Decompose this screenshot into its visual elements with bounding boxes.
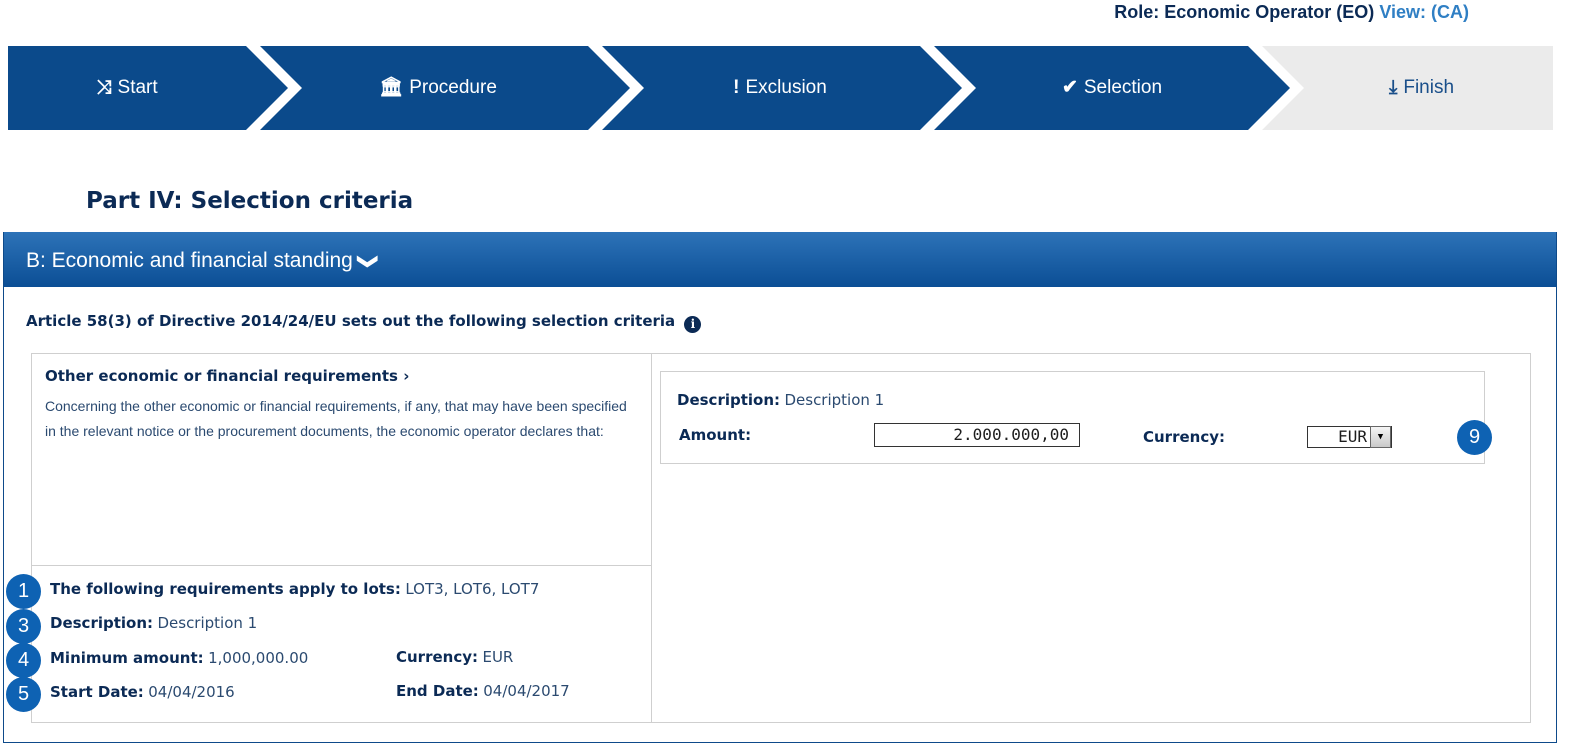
criterion-title-label: Other economic or financial requirements (45, 367, 398, 385)
response-description-label: Description: (677, 391, 781, 409)
min-amount-label: Minimum amount: (50, 649, 204, 667)
amount-input[interactable]: 2.000.000,00 (874, 423, 1080, 447)
min-amount-value: 1,000,000.00 (208, 649, 309, 667)
currency-select-value: EUR (1338, 427, 1367, 446)
dropdown-arrow-icon[interactable]: ▼ (1370, 426, 1391, 448)
description-value: Description 1 (157, 614, 258, 632)
section-header-label: B: Economic and financial standing (26, 249, 353, 272)
criterion-title[interactable]: Other economic or financial requirements… (45, 367, 409, 385)
step-procedure-label: Procedure (409, 77, 497, 98)
currency-value: EUR (482, 648, 514, 666)
shuffle-icon: ⤨ (96, 77, 112, 98)
step-finish[interactable]: ⤓ Finish (1290, 46, 1553, 130)
callout-badge-3: 3 (6, 609, 41, 644)
article-text: Article 58(3) of Directive 2014/24/EU se… (26, 312, 702, 333)
response-box: Description: Description 1 Amount: 2.000… (660, 371, 1485, 464)
check-circle-icon: ✔ (1061, 77, 1078, 98)
callout-badge-1: 1 (6, 574, 41, 609)
description-row: Description: Description 1 (50, 614, 257, 633)
currency-label: Currency: (396, 648, 479, 666)
section-header[interactable]: B: Economic and financial standing ❯ (4, 232, 1556, 287)
criterion-description: Concerning the other economic or financi… (45, 398, 627, 439)
article-label: Article 58(3) of Directive 2014/24/EU se… (26, 312, 676, 330)
step-start-label: Start (117, 77, 158, 98)
download-icon: ⤓ (1388, 77, 1398, 98)
end-date-label: End Date: (396, 682, 479, 700)
info-icon[interactable]: i (684, 316, 702, 333)
currency-row: Currency: EUR (396, 648, 513, 667)
min-amount-row: Minimum amount: 1,000,000.00 (50, 649, 308, 668)
institution-icon: 🏛 (379, 77, 404, 98)
step-exclusion-label: Exclusion (745, 77, 827, 98)
response-description-row: Description: Description 1 (677, 391, 884, 410)
lots-row: The following requirements apply to lots… (50, 580, 539, 599)
exclamation-icon: ! (733, 77, 740, 98)
criterion-details: Other economic or financial requirements… (32, 354, 652, 722)
step-procedure[interactable]: 🏛 Procedure (288, 46, 588, 130)
page-title: Part IV: Selection criteria (86, 188, 414, 214)
description-label: Description: (50, 614, 154, 632)
callout-badge-5: 5 (6, 677, 41, 712)
lots-label: The following requirements apply to lots… (50, 580, 401, 598)
currency-select[interactable]: EUR ▼ (1307, 426, 1392, 448)
response-description-value: Description 1 (784, 391, 885, 409)
role-indicator: Role: Economic Operator (EO) View: (CA) (1114, 2, 1469, 23)
step-selection[interactable]: ✔ Selection (962, 46, 1262, 130)
wizard-steps: ⤨ Start 🏛 Procedure ! Exclusion ✔ Selection … (8, 46, 1553, 130)
start-date-value: 04/04/2016 (148, 683, 235, 701)
end-date-value: 04/04/2017 (483, 682, 570, 700)
step-finish-label: Finish (1403, 77, 1455, 98)
step-exclusion[interactable]: ! Exclusion (630, 46, 930, 130)
end-date-row: End Date: 04/04/2017 (396, 682, 570, 701)
start-date-row: Start Date: 04/04/2016 (50, 683, 235, 702)
response-currency-label: Currency: (1143, 428, 1226, 446)
amount-label: Amount: (679, 426, 752, 444)
selection-panel: B: Economic and financial standing ❯ Arti… (3, 232, 1557, 743)
role-label: Role: Economic Operator (EO) (1114, 2, 1375, 22)
callout-badge-9: 9 (1457, 420, 1492, 455)
criterion-box: Other economic or financial requirements… (31, 353, 1531, 723)
lots-value: LOT3, LOT6, LOT7 (405, 580, 540, 598)
start-date-label: Start Date: (50, 683, 144, 701)
view-link[interactable]: View: (CA) (1379, 2, 1469, 22)
chevron-down-icon: ❯ (356, 253, 379, 270)
step-start[interactable]: ⤨ Start (8, 46, 246, 130)
step-selection-label: Selection (1083, 77, 1163, 98)
callout-badge-4: 4 (6, 643, 41, 678)
criterion-header: Other economic or financial requirements… (32, 354, 651, 566)
chevron-right-icon: › (403, 367, 410, 385)
